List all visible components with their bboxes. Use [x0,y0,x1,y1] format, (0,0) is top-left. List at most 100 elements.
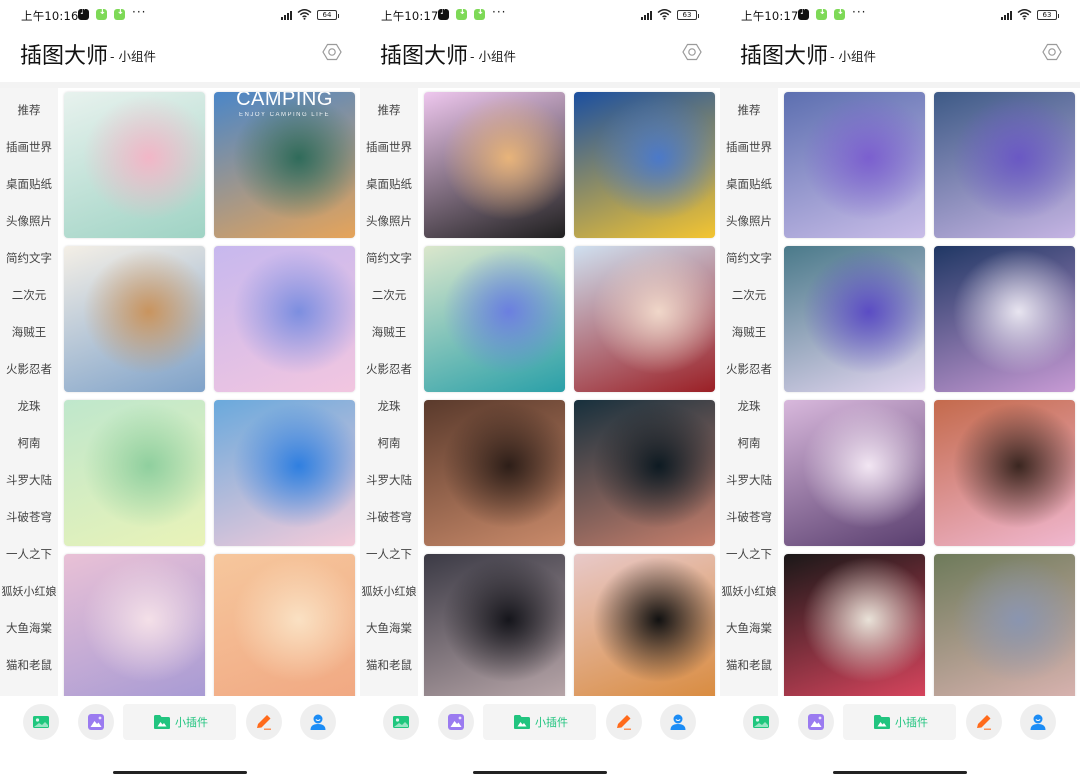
nav-edit-button[interactable] [606,704,642,740]
wallpaper-thumbnail[interactable] [784,554,925,696]
sidebar-category-item[interactable]: 龙珠 [360,398,418,414]
wallpaper-thumbnail[interactable] [574,554,715,696]
sidebar-category-item[interactable]: 头像照片 [0,213,58,229]
wallpaper-thumbnail[interactable] [64,400,205,546]
sidebar-category-item[interactable]: 柯南 [720,435,778,451]
image-gallery-icon [33,716,49,728]
nav-widget-button[interactable]: 小插件 [843,704,956,740]
app-title: 插图大师 [20,44,109,69]
home-indicator[interactable] [833,771,967,774]
app-header: 插图大师 - 小组件 [720,30,1080,82]
sidebar-category-item[interactable]: 斗罗大陆 [360,472,418,488]
wallpaper-thumbnail[interactable] [784,400,925,546]
nav-profile-button[interactable] [1020,704,1056,740]
nav-photo-button[interactable] [798,704,834,740]
wallpaper-thumbnail[interactable] [574,246,715,392]
hexagon-settings-icon[interactable] [682,42,702,62]
sidebar-category-item[interactable]: 简约文字 [0,250,58,266]
sidebar-category-item[interactable]: 海贼王 [720,324,778,340]
sidebar-category-item[interactable]: 柯南 [0,435,58,451]
battery-indicator: 63 [677,10,699,20]
sidebar-category-item[interactable]: 狐妖小红娘 [720,583,778,599]
hexagon-settings-icon[interactable] [322,42,342,62]
sidebar-category-item[interactable]: 简约文字 [360,250,418,266]
sidebar-category-item[interactable]: 桌面贴纸 [720,176,778,192]
sidebar-category-item[interactable]: 斗破苍穹 [0,509,58,525]
sidebar-category-item[interactable]: 斗罗大陆 [720,472,778,488]
sidebar-category-item[interactable]: 桌面贴纸 [360,176,418,192]
wallpaper-thumbnail[interactable] [214,246,355,392]
wallpaper-thumbnail[interactable] [424,400,565,546]
wallpaper-thumbnail[interactable] [64,246,205,392]
wallpaper-thumbnail[interactable] [64,554,205,696]
sidebar-category-item[interactable]: 二次元 [720,287,778,303]
sidebar-category-item[interactable]: 头像照片 [720,213,778,229]
sidebar-category-item[interactable]: 海贼王 [0,324,58,340]
nav-profile-button[interactable] [660,704,696,740]
sidebar-category-item[interactable]: 狐妖小红娘 [360,583,418,599]
sidebar-category-item[interactable]: 简约文字 [720,250,778,266]
wallpaper-thumbnail[interactable] [424,92,565,238]
sidebar-category-item[interactable]: 推荐 [360,102,418,118]
sidebar-category-item[interactable]: 龙珠 [0,398,58,414]
wallpaper-thumbnail[interactable] [64,92,205,238]
nav-widget-button[interactable]: 小插件 [483,704,596,740]
sidebar-category-item[interactable]: 桌面贴纸 [0,176,58,192]
sidebar-category-item[interactable]: 一人之下 [0,546,58,562]
home-indicator[interactable] [113,771,247,774]
wifi-icon [657,8,672,23]
nav-photo-button[interactable] [438,704,474,740]
wallpaper-thumbnail[interactable] [934,400,1075,546]
sidebar-category-item[interactable]: 海贼王 [360,324,418,340]
wallpaper-thumbnail[interactable] [424,246,565,392]
sidebar-category-item[interactable]: 狐妖小红娘 [0,583,58,599]
sidebar-category-item[interactable]: 插画世界 [360,139,418,155]
wallpaper-thumbnail[interactable] [934,92,1075,238]
sidebar-category-item[interactable]: 斗破苍穹 [720,509,778,525]
nav-profile-button[interactable] [300,704,336,740]
status-time: 上午10:17 [741,9,799,23]
sidebar-category-item[interactable]: 推荐 [0,102,58,118]
wallpaper-thumbnail[interactable]: CAMPING ENJOY CAMPING LIFE [214,92,355,238]
sidebar-category-item[interactable]: 一人之下 [360,546,418,562]
wallpaper-thumbnail[interactable] [424,554,565,696]
sidebar-category-item[interactable]: 斗罗大陆 [0,472,58,488]
sidebar-category-item[interactable]: 大鱼海棠 [0,620,58,636]
download-notification-icon [834,7,845,20]
sidebar-category-item[interactable]: 推荐 [720,102,778,118]
sidebar-category-item[interactable]: 斗破苍穹 [360,509,418,525]
wallpaper-thumbnail[interactable] [784,92,925,238]
sidebar-category-item[interactable]: 柯南 [360,435,418,451]
sidebar-category-item[interactable]: 二次元 [0,287,58,303]
wallpaper-thumbnail[interactable] [214,554,355,696]
sidebar-category-item[interactable]: 大鱼海棠 [360,620,418,636]
nav-gallery-button[interactable] [23,704,59,740]
sidebar-category-item[interactable]: 插画世界 [0,139,58,155]
sidebar-category-item[interactable]: 猫和老鼠 [0,657,58,673]
nav-gallery-button[interactable] [743,704,779,740]
sidebar-category-item[interactable]: 猫和老鼠 [360,657,418,673]
sidebar-category-item[interactable]: 一人之下 [720,546,778,562]
wallpaper-thumbnail[interactable] [574,400,715,546]
nav-edit-button[interactable] [966,704,1002,740]
sidebar-category-item[interactable]: 火影忍者 [0,361,58,377]
sidebar-category-item[interactable]: 猫和老鼠 [720,657,778,673]
sidebar-category-item[interactable]: 龙珠 [720,398,778,414]
wallpaper-thumbnail[interactable] [934,246,1075,392]
hexagon-settings-icon[interactable] [1042,42,1062,62]
wallpaper-thumbnail[interactable] [934,554,1075,696]
nav-widget-button[interactable]: 小插件 [123,704,236,740]
wallpaper-thumbnail[interactable] [574,92,715,238]
sidebar-category-item[interactable]: 插画世界 [720,139,778,155]
wallpaper-thumbnail[interactable] [784,246,925,392]
nav-edit-button[interactable] [246,704,282,740]
nav-photo-button[interactable] [78,704,114,740]
sidebar-category-item[interactable]: 火影忍者 [720,361,778,377]
sidebar-category-item[interactable]: 火影忍者 [360,361,418,377]
wallpaper-thumbnail[interactable] [214,400,355,546]
home-indicator[interactable] [473,771,607,774]
sidebar-category-item[interactable]: 大鱼海棠 [720,620,778,636]
nav-gallery-button[interactable] [383,704,419,740]
sidebar-category-item[interactable]: 二次元 [360,287,418,303]
sidebar-category-item[interactable]: 头像照片 [360,213,418,229]
